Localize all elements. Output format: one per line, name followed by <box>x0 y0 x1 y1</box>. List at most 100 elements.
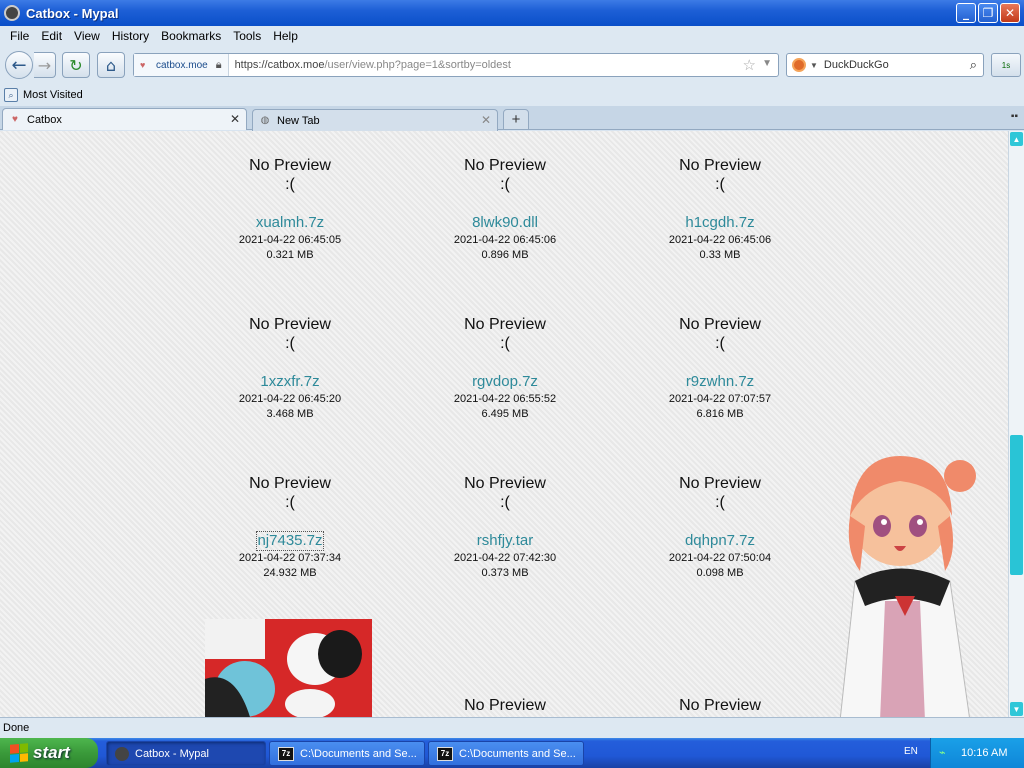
no-preview-label: No Preview <box>464 316 546 333</box>
file-card: No Preview :( r9zwhn.7z 2021-04-22 07:07… <box>635 315 805 422</box>
site-identity-box[interactable]: ♥ catbox.moe 🔒︎ <box>134 54 229 76</box>
catbox-favicon-icon: ♥ <box>12 114 18 125</box>
status-text: Done <box>3 722 30 734</box>
file-name-link[interactable]: h1cgdh.7z <box>635 214 805 232</box>
addon-button[interactable]: 1s <box>991 53 1021 77</box>
file-date: 2021-04-22 06:55:52 <box>453 393 557 405</box>
url-prefix: https://catbox.moe <box>234 59 325 71</box>
file-size: 0.896 MB <box>481 249 529 261</box>
no-preview-label: No Preview <box>464 475 546 492</box>
reload-icon: ↻ <box>69 55 83 75</box>
taskbar-item-mypal[interactable]: Catbox - Mypal <box>106 741 266 766</box>
file-name-link[interactable]: 1xzxfr.7z <box>205 373 375 391</box>
menu-file[interactable]: File <box>4 29 35 43</box>
navigation-toolbar: ← → ↻ ⌂ ♥ catbox.moe 🔒︎ https://catbox.m… <box>0 46 1024 84</box>
scroll-down-icon[interactable]: ▼ <box>1010 702 1023 716</box>
sad-face-label: :( <box>500 335 510 352</box>
file-card: No Preview :( h1cgdh.7z 2021-04-22 06:45… <box>635 156 805 263</box>
tab-close-icon[interactable]: ✕ <box>481 113 491 127</box>
duckduckgo-icon[interactable] <box>792 58 806 72</box>
tab-catbox[interactable]: ♥ Catbox ✕ <box>2 108 247 130</box>
restore-icon[interactable]: ❐ <box>978 3 998 23</box>
windows-logo-icon <box>10 743 28 763</box>
bookmarks-toolbar: ⌕ Most Visited <box>0 84 1024 106</box>
no-preview-label: No Preview <box>679 316 761 333</box>
new-tab-button[interactable]: + <box>503 109 529 130</box>
vertical-scrollbar[interactable]: ▲ ▼ <box>1008 131 1024 717</box>
sad-face-label: :( <box>715 176 725 193</box>
tab-close-icon[interactable]: ✕ <box>230 112 240 126</box>
menu-history[interactable]: History <box>106 29 155 43</box>
no-preview-label: No Preview <box>464 157 546 174</box>
scrollbar-thumb[interactable] <box>1010 435 1023 575</box>
addon-label: 1s <box>1001 60 1011 70</box>
sad-face-label: :( <box>500 494 510 511</box>
menu-edit[interactable]: Edit <box>35 29 68 43</box>
comic-thumbnail-icon <box>205 619 372 717</box>
file-size: 0.098 MB <box>696 567 744 579</box>
url-text[interactable]: https://catbox.moe/user/view.php?page=1&… <box>229 59 511 71</box>
file-thumbnail-image[interactable] <box>205 619 372 717</box>
menu-bookmarks[interactable]: Bookmarks <box>155 29 227 43</box>
file-name-link[interactable]: 8lwk90.dll <box>420 214 590 232</box>
reload-button[interactable]: ↻ <box>62 52 90 78</box>
windows-taskbar: start Catbox - Mypal 7z C:\Documents and… <box>0 738 1024 768</box>
close-icon[interactable]: ✕ <box>1000 3 1020 23</box>
no-preview-label: No Preview <box>679 697 761 714</box>
file-date: 2021-04-22 06:45:05 <box>238 234 342 246</box>
page-content: No Preview :( xualmh.7z 2021-04-22 06:45… <box>0 131 1008 717</box>
minimize-icon[interactable]: _ <box>956 3 976 23</box>
mypal-app-icon <box>115 746 129 761</box>
scroll-up-icon[interactable]: ▲ <box>1010 132 1023 146</box>
search-bar[interactable]: ▼ DuckDuckGo ⌕ <box>786 53 984 77</box>
file-name-link[interactable]: rshfjy.tar <box>420 532 590 550</box>
sad-face-label: :( <box>285 335 295 352</box>
no-preview-label: No Preview <box>679 475 761 492</box>
search-input[interactable]: DuckDuckGo <box>824 59 889 71</box>
menu-tools[interactable]: Tools <box>227 29 267 43</box>
tab-new-tab[interactable]: ◍ New Tab ✕ <box>252 109 498 131</box>
file-card: No Preview :( 1xzxfr.7z 2021-04-22 06:45… <box>205 315 375 422</box>
forward-button[interactable]: → <box>34 52 56 78</box>
tab-label: Catbox <box>27 113 62 126</box>
home-button[interactable]: ⌂ <box>97 52 125 78</box>
taskbar-item-label: Catbox - Mypal <box>135 747 209 760</box>
title-bar: Catbox - Mypal _ ❐ ✕ <box>0 0 1024 26</box>
network-icon[interactable]: ⌁ <box>939 746 953 760</box>
start-button[interactable]: start <box>0 738 98 768</box>
no-preview-label: No Preview <box>464 697 546 714</box>
home-icon: ⌂ <box>105 55 117 75</box>
file-date: 2021-04-22 07:07:57 <box>668 393 772 405</box>
file-name-link[interactable]: r9zwhn.7z <box>635 373 805 391</box>
file-card: No Preview :( nj7435.7z 2021-04-22 07:37… <box>205 474 375 581</box>
taskbar-item-label: C:\Documents and Se... <box>459 747 576 760</box>
back-button[interactable]: ← <box>5 51 33 79</box>
search-engine-dropdown-icon[interactable]: ▼ <box>810 61 818 70</box>
menu-view[interactable]: View <box>68 29 106 43</box>
globe-icon: ◍ <box>260 115 270 126</box>
file-card: No Preview <box>420 696 590 715</box>
search-icon[interactable]: ⌕ <box>970 57 977 73</box>
file-name-link[interactable]: dqhpn7.7z <box>635 532 805 550</box>
url-dropdown-icon[interactable]: ▼ <box>762 58 772 69</box>
file-name-link[interactable]: xualmh.7z <box>205 214 375 232</box>
url-bar[interactable]: ♥ catbox.moe 🔒︎ https://catbox.moe/user/… <box>133 53 779 77</box>
bookmark-star-icon[interactable]: ☆ <box>743 56 756 74</box>
menu-bar: File Edit View History Bookmarks Tools H… <box>0 26 1024 46</box>
start-label: start <box>33 743 70 762</box>
system-tray: ⌁ 10:16 AM <box>930 738 1024 768</box>
file-card: No Preview :( rgvdop.7z 2021-04-22 06:55… <box>420 315 590 422</box>
file-name-link[interactable]: nj7435.7z <box>256 531 324 551</box>
menu-help[interactable]: Help <box>267 29 304 43</box>
sad-face-label: :( <box>285 494 295 511</box>
tab-list-icon[interactable]: ▪▪ <box>1011 111 1018 122</box>
clock: 10:16 AM <box>961 747 1008 759</box>
taskbar-item-7zip-1[interactable]: 7z C:\Documents and Se... <box>269 741 425 766</box>
no-preview-label: No Preview <box>249 475 331 492</box>
most-visited-bookmark[interactable]: Most Visited <box>23 89 83 101</box>
back-arrow-icon: ← <box>11 54 27 76</box>
file-name-link[interactable]: rgvdop.7z <box>420 373 590 391</box>
identity-domain: catbox.moe <box>156 59 208 71</box>
taskbar-item-7zip-2[interactable]: 7z C:\Documents and Se... <box>428 741 584 766</box>
language-indicator[interactable]: EN <box>904 746 918 757</box>
